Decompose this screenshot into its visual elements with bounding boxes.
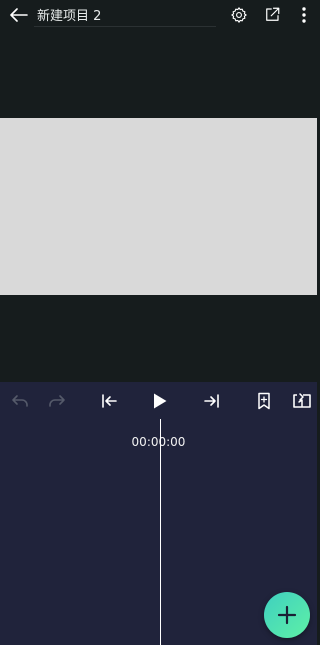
skip-to-start-button[interactable] [98, 390, 120, 412]
add-media-button[interactable] [264, 592, 310, 638]
plus-icon [277, 605, 297, 625]
settings-button[interactable] [228, 4, 250, 26]
skip-to-end-icon [204, 394, 219, 408]
export-icon [266, 7, 280, 21]
play-button[interactable] [149, 390, 171, 412]
back-button[interactable] [8, 4, 30, 26]
preview-canvas[interactable] [0, 118, 317, 295]
video-editor-screen: 新建项目 2 00:00:00 [0, 0, 317, 645]
play-icon [154, 393, 167, 409]
bookmark-button[interactable] [253, 390, 275, 412]
project-title-field[interactable]: 新建项目 2 [34, 3, 216, 27]
more-vertical-icon [302, 7, 306, 23]
timecode: 00:00:00 [131, 435, 186, 449]
gear-icon [231, 7, 247, 23]
undo-button[interactable] [9, 390, 31, 412]
more-menu-button[interactable] [293, 4, 315, 26]
skip-to-start-icon [102, 394, 117, 408]
loop-button[interactable] [291, 390, 313, 412]
playback-toolbar [0, 382, 317, 420]
arrow-left-icon [10, 8, 28, 22]
loop-icon [293, 393, 311, 408]
video-preview [0, 30, 317, 382]
export-button[interactable] [261, 4, 283, 26]
playhead[interactable] [160, 419, 161, 645]
redo-button[interactable] [46, 390, 68, 412]
undo-icon [12, 395, 28, 407]
skip-to-end-button[interactable] [201, 390, 223, 412]
bookmark-icon [258, 392, 270, 410]
project-title: 新建项目 2 [37, 9, 102, 24]
top-bar: 新建项目 2 [0, 0, 317, 30]
redo-icon [49, 395, 65, 407]
